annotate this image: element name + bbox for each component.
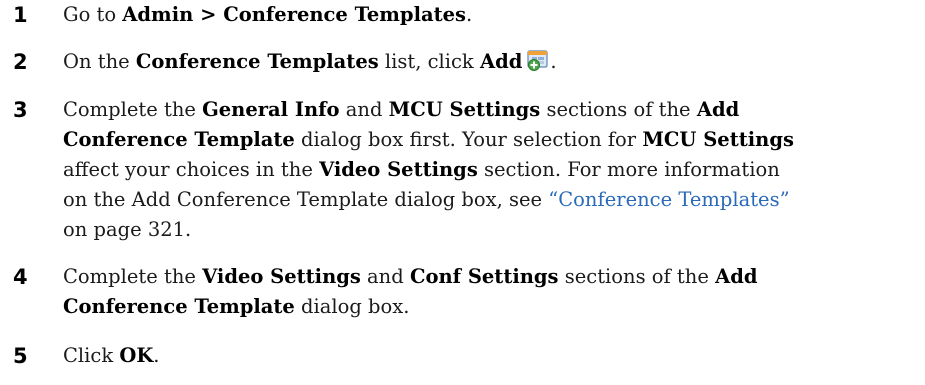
step-number: 5 — [13, 344, 28, 368]
add-template-icon — [526, 49, 550, 71]
step-text: Go to Admin > Conference Templates. — [63, 3, 473, 26]
step-number: 4 — [13, 265, 28, 289]
step-text: Complete the Video Settings and Conf Set… — [63, 265, 758, 318]
step-text: Complete the General Info and MCU Settin… — [63, 98, 794, 241]
step-text: On the Conference Templates list, click … — [63, 49, 557, 73]
step-number: 3 — [13, 98, 28, 122]
add-label: Add — [479, 50, 523, 73]
step-number: 1 — [13, 3, 28, 27]
step-text: Click OK. — [63, 344, 160, 367]
step-number: 2 — [13, 50, 28, 74]
conference-templates-link[interactable]: “Conference Templates” — [548, 188, 789, 211]
menu-path: Admin > Conference Templates — [122, 3, 467, 26]
